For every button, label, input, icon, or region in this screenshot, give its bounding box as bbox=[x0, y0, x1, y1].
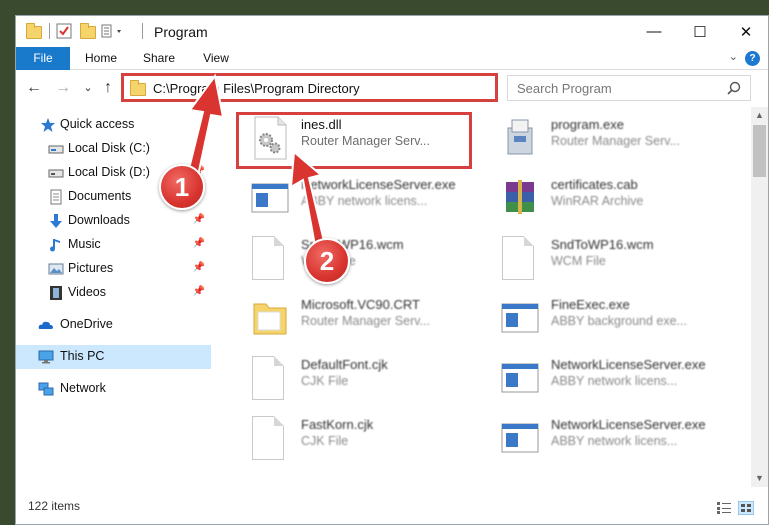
step-badge-2: 2 bbox=[304, 238, 350, 284]
annotation-arrows bbox=[184, 73, 330, 264]
step-badge-1: 1 bbox=[159, 164, 205, 210]
